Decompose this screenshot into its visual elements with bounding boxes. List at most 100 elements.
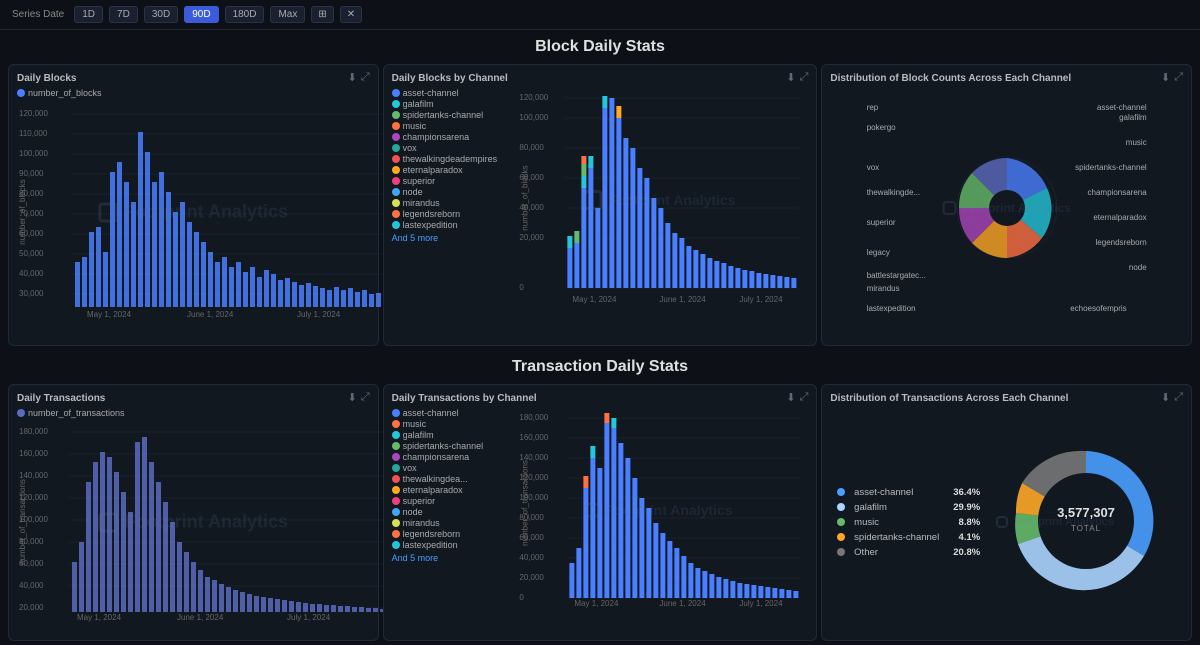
svg-text:120,000: 120,000 (519, 93, 548, 102)
legend-t-superior: superior (392, 496, 502, 506)
label-node: node (1129, 263, 1147, 272)
and-more-txns[interactable]: And 5 more (392, 553, 502, 563)
legend-eternal: eternalparadox (392, 165, 502, 175)
label-rep: rep (867, 103, 879, 112)
expand-icon-2[interactable]: ⤢ (800, 71, 809, 84)
svg-text:160,000: 160,000 (519, 433, 548, 442)
svg-text:50,000: 50,000 (19, 249, 44, 258)
expand-icon-5[interactable]: ⤢ (800, 391, 809, 404)
daily-blocks-panel: Daily Blocks ⬇ ⤢ number_of_blocks Footpr… (8, 64, 379, 346)
download-icon-3[interactable]: ⬇ (1161, 71, 1170, 84)
btn-7d[interactable]: 7D (109, 6, 138, 23)
svg-text:0: 0 (519, 593, 524, 602)
legend-node: node (392, 187, 502, 197)
donut-chart-container: Footprint Analytics (996, 431, 1176, 614)
legend-label-txns: number_of_transactions (28, 408, 125, 418)
label-pokergo: pokergo (867, 123, 896, 132)
svg-text:180,000: 180,000 (19, 427, 48, 436)
legend-t-spidertanks: spidertanks-channel (392, 441, 502, 451)
download-icon-6[interactable]: ⬇ (1161, 391, 1170, 404)
svg-text:May 1, 2024: May 1, 2024 (574, 599, 619, 608)
legend-t-node: node (392, 507, 502, 517)
svg-text:number_of_blocks: number_of_blocks (520, 165, 529, 230)
legend-t-mirandus: mirandus (392, 518, 502, 528)
svg-text:July 1, 2024: July 1, 2024 (739, 295, 783, 304)
svg-text:40,000: 40,000 (19, 269, 44, 278)
expand-icon[interactable]: ⤢ (361, 71, 370, 84)
legend-t-lastexpedition: lastexpedition (392, 540, 502, 550)
donut-legend-galafilm: galafilm 29.9% (837, 502, 980, 513)
svg-text:160,000: 160,000 (19, 449, 48, 458)
donut-label-galafilm: galafilm (854, 502, 887, 513)
daily-transactions-channel-title: Daily Transactions by Channel (392, 393, 809, 404)
grid-icon-btn[interactable]: ⊞ (311, 6, 333, 23)
daily-blocks-chart: 120,000 110,000 100,000 90,000 80,000 70… (17, 102, 387, 322)
transaction-distribution-panel: Distribution of Transactions Across Each… (821, 384, 1192, 641)
daily-blocks-channel-title: Daily Blocks by Channel (392, 73, 809, 84)
and-more-blocks[interactable]: And 5 more (392, 233, 502, 243)
svg-text:90,000: 90,000 (19, 169, 44, 178)
btn-30d[interactable]: 30D (144, 6, 178, 23)
legend-legendsreborn: legendsreborn (392, 209, 502, 219)
daily-blocks-channel-panel: Daily Blocks by Channel ⬇ ⤢ asset-channe… (383, 64, 818, 346)
legend-t-galafilm: galafilm (392, 430, 502, 440)
svg-text:20,000: 20,000 (519, 573, 544, 582)
svg-text:June 1, 2024: June 1, 2024 (187, 310, 234, 319)
block-distribution-title: Distribution of Block Counts Across Each… (830, 73, 1183, 84)
svg-text:180,000: 180,000 (519, 413, 548, 422)
legend-dot-blocks (17, 89, 25, 97)
daily-transactions-panel: Daily Transactions ⬇ ⤢ number_of_transac… (8, 384, 379, 641)
legend-t-asset-channel: asset-channel (392, 408, 502, 418)
btn-1d[interactable]: 1D (74, 6, 103, 23)
daily-blocks-title: Daily Blocks (17, 73, 370, 84)
svg-text:40,000: 40,000 (519, 553, 544, 562)
download-icon-4[interactable]: ⬇ (348, 391, 357, 404)
donut-chart: 3,577,307 TOTAL (996, 431, 1176, 611)
btn-90d[interactable]: 90D (184, 6, 218, 23)
label-lastexpedition: lastexpedition (867, 304, 916, 313)
btn-max[interactable]: Max (270, 6, 305, 23)
btn-180d[interactable]: 180D (225, 6, 265, 23)
expand-icon-3[interactable]: ⤢ (1174, 71, 1183, 84)
legend-label-blocks: number_of_blocks (28, 88, 102, 98)
svg-text:May 1, 2024: May 1, 2024 (77, 613, 122, 622)
download-icon-2[interactable]: ⬇ (786, 71, 795, 84)
block-distribution-actions: ⬇ ⤢ (1161, 71, 1183, 84)
legend-t-legendsreborn: legendsreborn (392, 529, 502, 539)
legend-t-vox: vox (392, 463, 502, 473)
legend-championsarena: championsarena (392, 132, 502, 142)
legend-t-twde: thewalkingdea... (392, 474, 502, 484)
svg-text:number_of_transactions: number_of_transactions (520, 460, 529, 546)
legend-mirandus: mirandus (392, 198, 502, 208)
label-mirandus: mirandus (867, 284, 900, 293)
svg-text:July 1, 2024: July 1, 2024 (287, 613, 331, 622)
expand-icon-6[interactable]: ⤢ (1174, 391, 1183, 404)
expand-icon-4[interactable]: ⤢ (361, 391, 370, 404)
donut-label-spidertanks: spidertanks-channel (854, 532, 939, 543)
download-icon[interactable]: ⬇ (348, 71, 357, 84)
donut-pct-music: 8.8% (945, 517, 980, 528)
legend-spidertanks: spidertanks-channel (392, 110, 502, 120)
legend-t-music: music (392, 419, 502, 429)
svg-text:TOTAL: TOTAL (1071, 524, 1101, 533)
donut-label-other: Other (854, 547, 878, 558)
legend-galafilm: galafilm (392, 99, 502, 109)
svg-text:40,000: 40,000 (19, 581, 44, 590)
label-eternalparadox: eternalparadox (1093, 213, 1146, 222)
label-legacy: legacy (867, 248, 890, 257)
label-asset-channel: asset-channel (1097, 103, 1147, 112)
svg-text:100,000: 100,000 (19, 149, 48, 158)
donut-pct-asset: 36.4% (945, 487, 980, 498)
svg-text:20,000: 20,000 (519, 233, 544, 242)
donut-label-asset: asset-channel (854, 487, 913, 498)
donut-legend-asset: asset-channel 36.4% (837, 487, 980, 498)
label-vox: vox (867, 163, 879, 172)
download-icon-5[interactable]: ⬇ (786, 391, 795, 404)
svg-text:July 1, 2024: July 1, 2024 (739, 599, 783, 608)
donut-legend-spidertanks: spidertanks-channel 4.1% (837, 532, 980, 543)
label-echoesofempris: echoesofempris (1070, 304, 1126, 313)
svg-text:May 1, 2024: May 1, 2024 (87, 310, 132, 319)
close-icon-btn[interactable]: ✕ (340, 6, 362, 23)
donut-pct-galafilm: 29.9% (945, 502, 980, 513)
donut-legend-music: music 8.8% (837, 517, 980, 528)
